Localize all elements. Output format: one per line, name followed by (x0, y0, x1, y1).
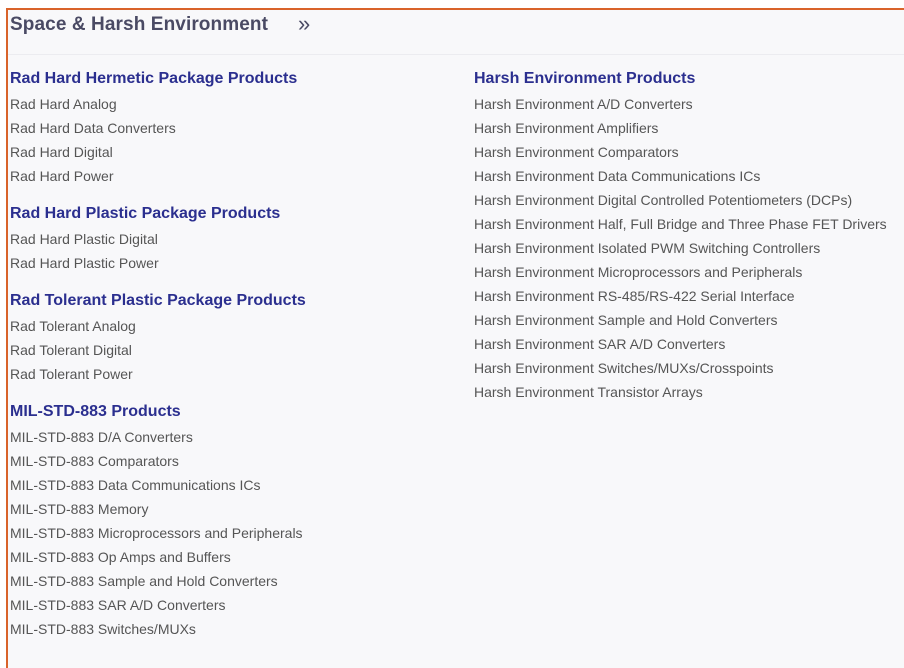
double-chevron-right-icon[interactable]: » (298, 12, 310, 36)
menu-link-rad-hard-power[interactable]: Rad Hard Power (10, 164, 306, 188)
menu-link-harsh-environment-transistor-arrays[interactable]: Harsh Environment Transistor Arrays (474, 380, 887, 404)
menu-link-harsh-environment-sample-and-hold-converters[interactable]: Harsh Environment Sample and Hold Conver… (474, 308, 887, 332)
menu-link-harsh-environment-sar-a-d-converters[interactable]: Harsh Environment SAR A/D Converters (474, 332, 887, 356)
menu-link-mil-std-883-data-communications-ics[interactable]: MIL-STD-883 Data Communications ICs (10, 473, 306, 497)
menu-link-rad-hard-analog[interactable]: Rad Hard Analog (10, 92, 306, 116)
menu-link-mil-std-883-comparators[interactable]: MIL-STD-883 Comparators (10, 449, 306, 473)
menu-link-harsh-environment-switches-muxs-crosspoints[interactable]: Harsh Environment Switches/MUXs/Crosspoi… (474, 356, 887, 380)
menu-link-harsh-environment-half-full-bridge-and-three-phase-fet-drivers[interactable]: Harsh Environment Half, Full Bridge and … (474, 212, 887, 236)
group-heading[interactable]: Rad Hard Plastic Package Products (10, 203, 306, 225)
menu-link-harsh-environment-data-communications-ics[interactable]: Harsh Environment Data Communications IC… (474, 164, 887, 188)
menu-link-rad-hard-data-converters[interactable]: Rad Hard Data Converters (10, 116, 306, 140)
menu-link-rad-hard-plastic-power[interactable]: Rad Hard Plastic Power (10, 251, 306, 275)
menu-link-mil-std-883-memory[interactable]: MIL-STD-883 Memory (10, 497, 306, 521)
menu-link-mil-std-883-d-a-converters[interactable]: MIL-STD-883 D/A Converters (10, 425, 306, 449)
menu-link-mil-std-883-microprocessors-and-peripherals[interactable]: MIL-STD-883 Microprocessors and Peripher… (10, 521, 306, 545)
menu-link-harsh-environment-microprocessors-and-peripherals[interactable]: Harsh Environment Microprocessors and Pe… (474, 260, 887, 284)
menu-link-harsh-environment-digital-controlled-potentiometers-dcps[interactable]: Harsh Environment Digital Controlled Pot… (474, 188, 887, 212)
menu-group-rad-hard-plastic-package-products: Rad Hard Plastic Package Products Rad Har… (10, 203, 306, 275)
left-column: Rad Hard Hermetic Package Products Rad Ha… (10, 68, 306, 656)
menu-link-mil-std-883-sample-and-hold-converters[interactable]: MIL-STD-883 Sample and Hold Converters (10, 569, 306, 593)
menu-link-rad-tolerant-digital[interactable]: Rad Tolerant Digital (10, 338, 306, 362)
menu-link-rad-hard-plastic-digital[interactable]: Rad Hard Plastic Digital (10, 227, 306, 251)
menu-link-rad-hard-digital[interactable]: Rad Hard Digital (10, 140, 306, 164)
menu-link-harsh-environment-isolated-pwm-switching-controllers[interactable]: Harsh Environment Isolated PWM Switching… (474, 236, 887, 260)
menu-group-mil-std-883-products: MIL-STD-883 Products MIL-STD-883 D/A Conv… (10, 401, 306, 641)
group-heading[interactable]: Rad Tolerant Plastic Package Products (10, 290, 306, 312)
menu-link-harsh-environment-comparators[interactable]: Harsh Environment Comparators (474, 140, 887, 164)
menu-group-harsh-environment-products: Harsh Environment Products Harsh Environm… (474, 68, 887, 404)
menu-link-mil-std-883-sar-a-d-converters[interactable]: MIL-STD-883 SAR A/D Converters (10, 593, 306, 617)
group-heading[interactable]: Rad Hard Hermetic Package Products (10, 68, 306, 90)
menu-link-harsh-environment-rs-485-rs-422-serial-interface[interactable]: Harsh Environment RS-485/RS-422 Serial I… (474, 284, 887, 308)
group-heading[interactable]: Harsh Environment Products (474, 68, 887, 90)
menu-link-harsh-environment-amplifiers[interactable]: Harsh Environment Amplifiers (474, 116, 887, 140)
menu-link-rad-tolerant-power[interactable]: Rad Tolerant Power (10, 362, 306, 386)
menu-group-rad-hard-hermetic-package-products: Rad Hard Hermetic Package Products Rad Ha… (10, 68, 306, 188)
menu-link-mil-std-883-op-amps-and-buffers[interactable]: MIL-STD-883 Op Amps and Buffers (10, 545, 306, 569)
right-column: Harsh Environment Products Harsh Environm… (474, 68, 887, 419)
menu-link-mil-std-883-switches-muxs[interactable]: MIL-STD-883 Switches/MUXs (10, 617, 306, 641)
menu-link-rad-tolerant-analog[interactable]: Rad Tolerant Analog (10, 314, 306, 338)
menu-header: Space & Harsh Environment » (8, 10, 904, 55)
menu-title[interactable]: Space & Harsh Environment (10, 14, 268, 36)
menu-group-rad-tolerant-plastic-package-products: Rad Tolerant Plastic Package Products Rad… (10, 290, 306, 386)
group-heading[interactable]: MIL-STD-883 Products (10, 401, 306, 423)
mega-menu-panel: Space & Harsh Environment » Rad Hard Her… (6, 8, 904, 668)
menu-link-harsh-environment-a-d-converters[interactable]: Harsh Environment A/D Converters (474, 92, 887, 116)
